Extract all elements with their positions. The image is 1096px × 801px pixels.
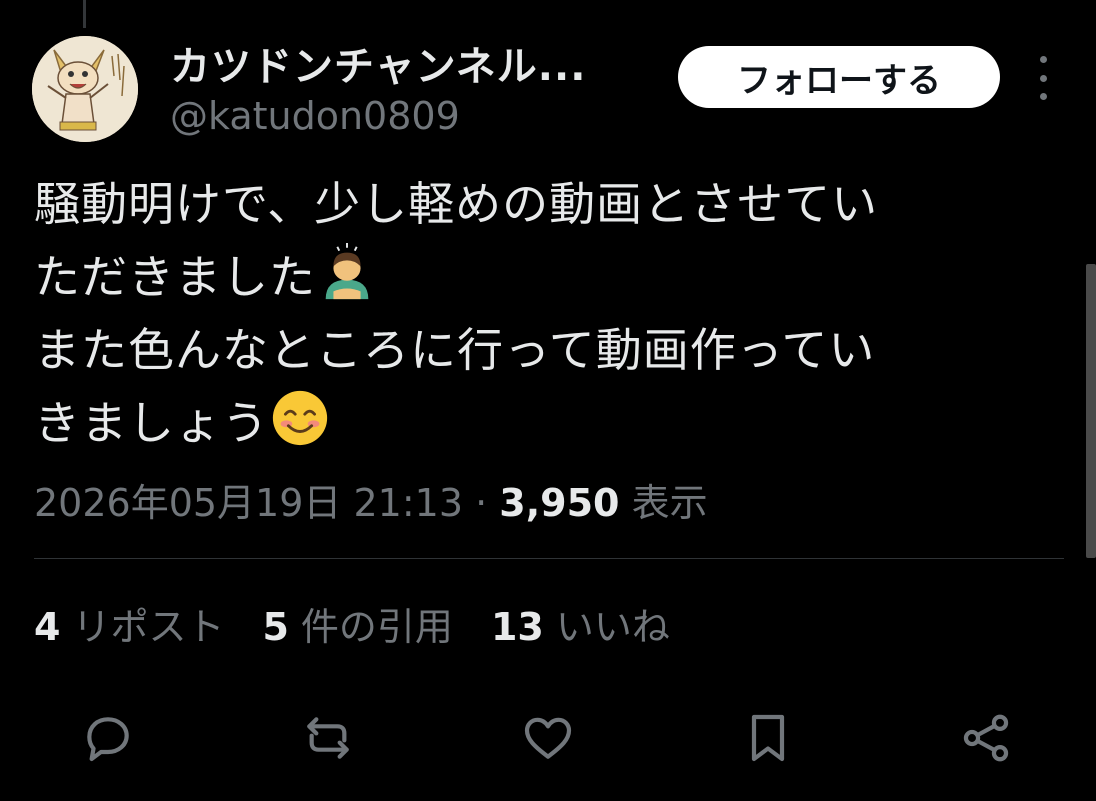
bookmark-icon[interactable]	[740, 710, 796, 766]
views-label: 表示	[631, 481, 708, 525]
tweet-line-text: また色んなところに行って動画作ってい	[34, 323, 876, 377]
tweet-line-2: ただきました	[34, 241, 1044, 314]
quotes-count: 5	[262, 605, 289, 649]
meta-separator: ·	[475, 481, 488, 525]
repost-icon[interactable]	[300, 710, 356, 766]
more-dot	[1039, 93, 1047, 100]
scrollbar[interactable]	[1086, 264, 1096, 558]
quotes-stat[interactable]: 5 件の引用	[262, 596, 452, 651]
tweet-line-1: 騒動明けで、少し軽めの動画とさせてい	[34, 168, 1044, 241]
like-icon[interactable]	[520, 710, 576, 766]
tweet-line-3: また色んなところに行って動画作ってい	[34, 314, 1044, 387]
reposts-count: 4	[34, 605, 61, 649]
tweet-line-4: きましょう	[34, 387, 1044, 460]
tweet-meta: 2026年05月19日 21:13 · 3,950 表示	[34, 472, 708, 527]
tweet-text: 騒動明けで、少し軽めの動画とさせてい ただきました また色んなところに行って動画…	[34, 168, 1044, 460]
avatar[interactable]	[32, 36, 138, 142]
smiling-face-emoji	[269, 387, 331, 449]
quotes-label: 件の引用	[300, 605, 453, 649]
reply-icon[interactable]	[80, 710, 136, 766]
likes-label: いいね	[555, 605, 670, 649]
tweet-line-text: ただきました	[34, 250, 316, 304]
views-count: 3,950	[499, 481, 620, 525]
engagement-stats: 4 リポスト 5 件の引用 13 いいね	[34, 596, 670, 651]
follow-button[interactable]: フォローする	[678, 46, 1000, 108]
tweet-timestamp[interactable]: 2026年05月19日 21:13	[34, 481, 463, 525]
tweet-line-text: きましょう	[34, 396, 269, 450]
more-options-icon[interactable]	[1026, 56, 1060, 100]
likes-stat[interactable]: 13 いいね	[491, 596, 670, 651]
author-display-name[interactable]: カツドンチャンネル...	[170, 34, 586, 92]
thread-connector-line	[83, 0, 86, 28]
reposts-label: リポスト	[72, 605, 225, 649]
reposts-stat[interactable]: 4 リポスト	[34, 596, 224, 651]
more-dot	[1039, 56, 1047, 63]
tweet-line-text: 騒動明けで、少し軽めの動画とさせてい	[34, 177, 879, 231]
more-dot	[1039, 74, 1047, 82]
share-icon[interactable]	[958, 710, 1014, 766]
man-bowing-emoji	[316, 241, 378, 303]
likes-count: 13	[490, 605, 544, 649]
divider	[34, 558, 1064, 559]
author-handle[interactable]: @katudon0809	[170, 94, 460, 138]
